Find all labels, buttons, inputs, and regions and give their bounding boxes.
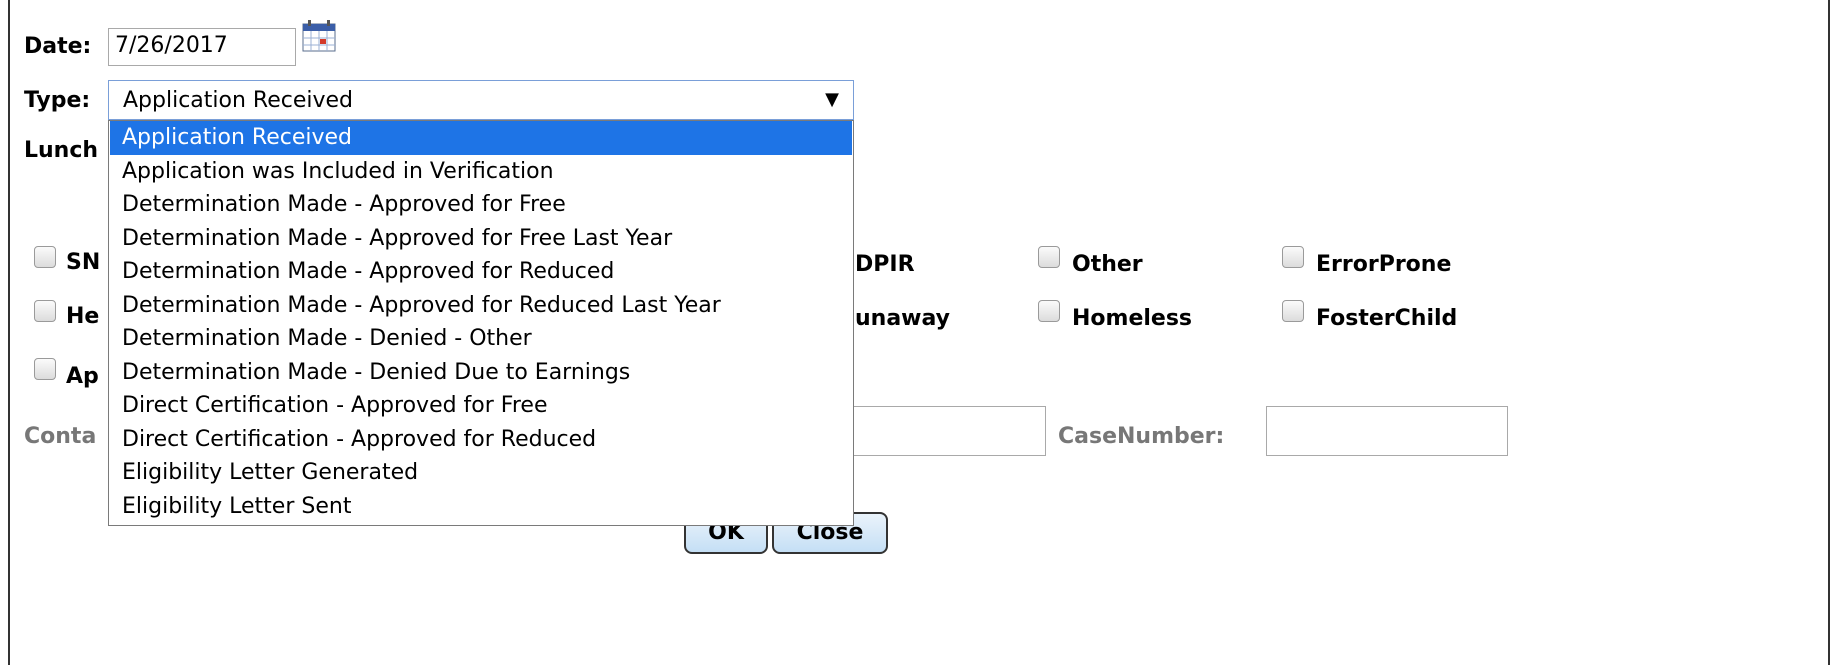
dropdown-option[interactable]: Eligibility Letter Sent — [110, 490, 852, 524]
date-input[interactable]: 7/26/2017 — [108, 28, 296, 66]
dropdown-option[interactable]: Determination Made - Approved for Free L… — [110, 222, 852, 256]
type-select[interactable]: Application Received ▼ — [108, 80, 854, 120]
dropdown-option[interactable]: Determination Made - Denied Due to Earni… — [110, 356, 852, 390]
date-label: Date: — [24, 34, 92, 59]
type-dropdown-list: Application Received Application was Inc… — [108, 120, 854, 526]
app-label: Ap — [66, 364, 99, 389]
head-start-label: He — [66, 304, 100, 329]
type-label: Type: — [24, 88, 91, 113]
snap-label: SN — [66, 250, 101, 275]
head-start-checkbox[interactable] — [34, 300, 56, 322]
dropdown-option[interactable]: Direct Certification - Approved for Free — [110, 389, 852, 423]
fdpir-label: DPIR — [855, 252, 915, 277]
lunch-label: Lunch — [24, 138, 99, 163]
other-label: Other — [1072, 252, 1143, 277]
contact-label: Conta — [24, 424, 97, 449]
calendar-icon[interactable] — [302, 20, 336, 52]
runaway-label: unaway — [855, 306, 951, 331]
snap-checkbox[interactable] — [34, 246, 56, 268]
dropdown-option[interactable]: Application was Included in Verification — [110, 155, 852, 189]
error-prone-checkbox[interactable] — [1282, 246, 1304, 268]
error-prone-label: ErrorProne — [1316, 252, 1452, 277]
dropdown-option[interactable]: Application Received — [110, 121, 852, 155]
homeless-checkbox[interactable] — [1038, 300, 1060, 322]
dropdown-option[interactable]: Direct Certification - Approved for Redu… — [110, 423, 852, 457]
foster-child-checkbox[interactable] — [1282, 300, 1304, 322]
chevron-down-icon[interactable]: ▼ — [825, 89, 839, 111]
type-select-value: Application Received — [123, 88, 354, 113]
casenumber-label: CaseNumber: — [1058, 424, 1225, 449]
homeless-label: Homeless — [1072, 306, 1193, 331]
other-checkbox[interactable] — [1038, 246, 1060, 268]
app-checkbox[interactable] — [34, 358, 56, 380]
dropdown-option[interactable]: Determination Made - Approved for Reduce… — [110, 255, 852, 289]
dropdown-option[interactable]: Eligibility Letter Generated — [110, 456, 852, 490]
foster-child-label: FosterChild — [1316, 306, 1458, 331]
dropdown-option[interactable]: Determination Made - Approved for Reduce… — [110, 289, 852, 323]
casenumber-input[interactable] — [1266, 406, 1508, 456]
dropdown-option[interactable]: Determination Made - Denied - Other — [110, 322, 852, 356]
dropdown-option[interactable]: Determination Made - Approved for Free — [110, 188, 852, 222]
